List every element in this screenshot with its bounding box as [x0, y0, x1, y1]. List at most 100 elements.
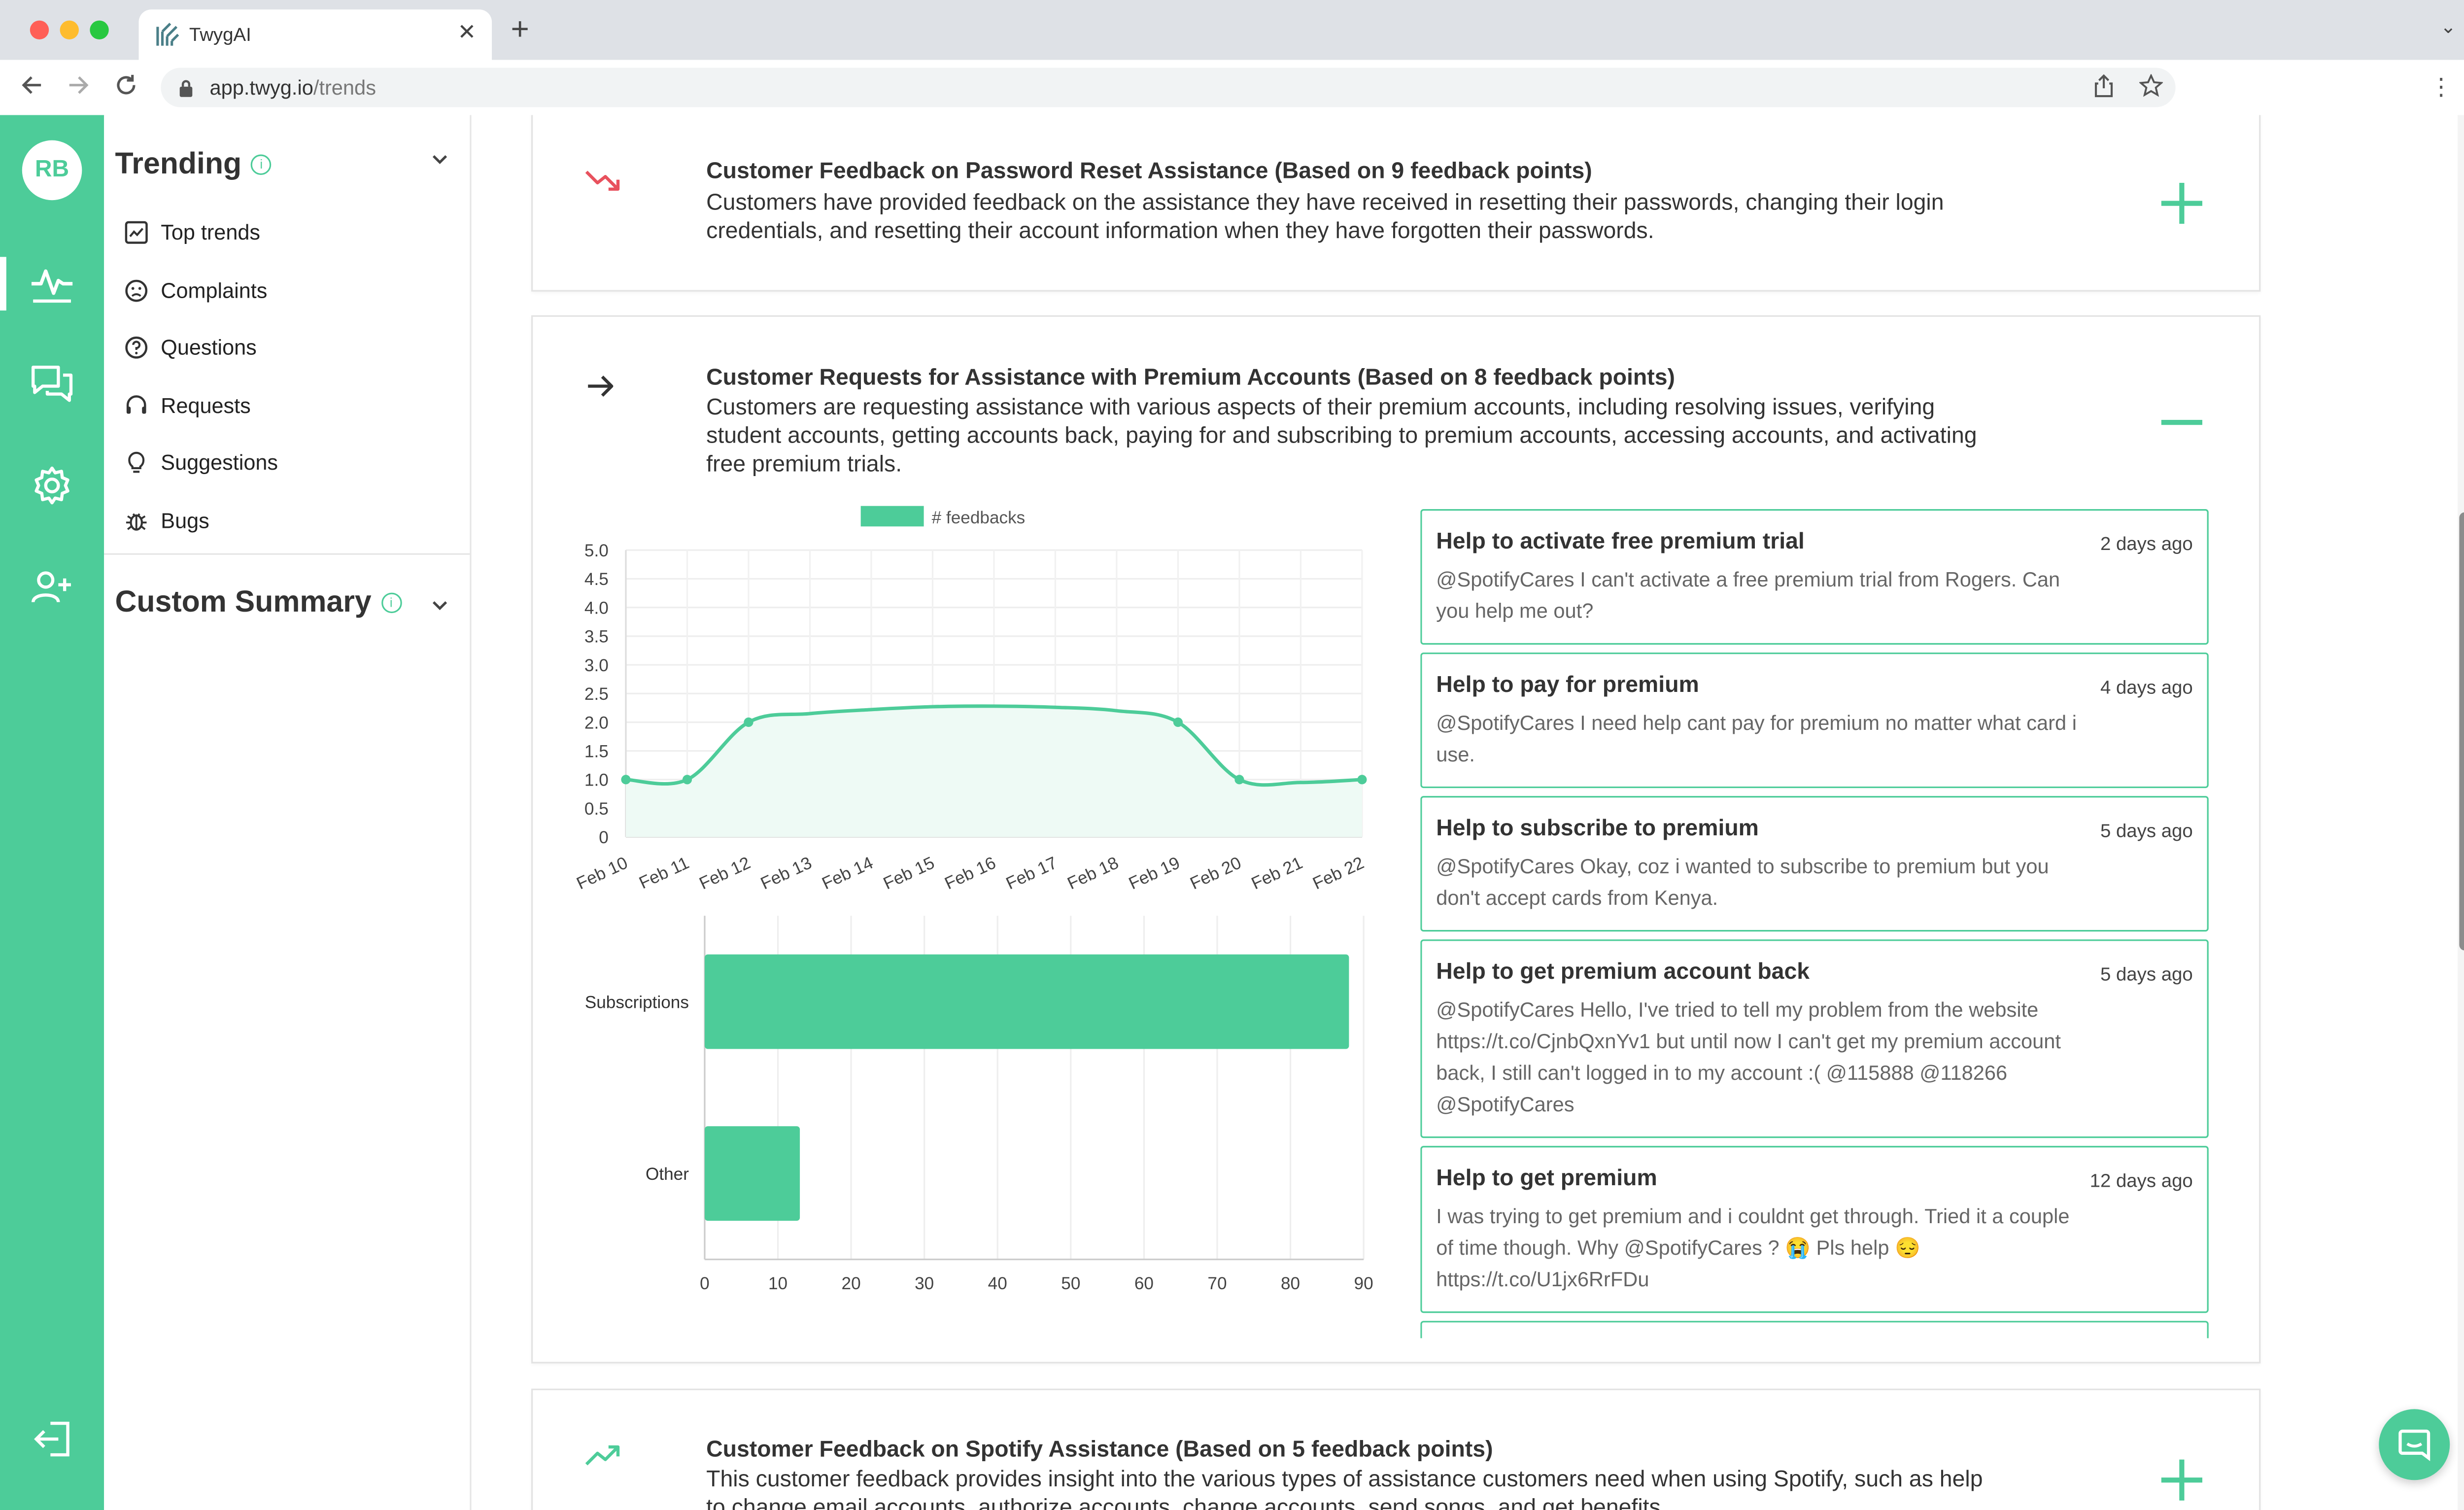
feedback-title: Help to get premium account back [1436, 960, 1810, 985]
sidebar-item-label: Suggestions [161, 450, 278, 474]
question-icon [121, 333, 150, 361]
sidebar-item-bugs[interactable]: Bugs [121, 504, 209, 536]
info-icon[interactable]: i [380, 593, 402, 614]
x-tick-label: Feb 12 [696, 853, 753, 893]
x-tick-label: 30 [915, 1274, 934, 1293]
share-icon[interactable] [2093, 74, 2114, 103]
feedback-time: 2 days ago [2100, 533, 2193, 555]
legend-label: # feedbacks [932, 508, 1026, 527]
info-icon[interactable]: i [251, 155, 272, 176]
expand-plus-icon[interactable] [2158, 180, 2205, 227]
expand-plus-icon[interactable] [2158, 1456, 2205, 1504]
address-bar[interactable]: app.twyg.io/trends [161, 68, 2176, 107]
custom-summary-heading[interactable]: Custom Summary i [115, 586, 402, 621]
app-rail: RB [0, 115, 104, 1510]
x-tick-label: Feb 22 [1310, 853, 1367, 893]
data-point [1357, 775, 1367, 785]
x-tick-label: 0 [700, 1274, 710, 1293]
scrollbar-thumb[interactable] [2459, 512, 2464, 951]
bar [704, 1126, 800, 1221]
chat-icon [2398, 1429, 2430, 1461]
feedback-text: @SpotifyCares Okay, coz i wanted to subs… [1436, 854, 2049, 910]
category-bar-chart: 0 10 20 30 40 50 60 70 80 90 Subscriptions Other [585, 916, 1373, 1293]
feedback-item[interactable]: Help to get premium account back 5 days … [1420, 939, 2209, 1138]
tab-search-chevron-icon[interactable]: ⌄ [2440, 16, 2456, 38]
trend-title: Customer Feedback on Spotify Assistance … [706, 1437, 1493, 1463]
sidebar-item-suggestions[interactable]: Suggestions [121, 446, 278, 478]
sidebar-item-requests[interactable]: Requests [121, 389, 251, 421]
category-label: Subscriptions [585, 993, 689, 1012]
y-tick-label: 4.0 [584, 598, 609, 618]
trend-description: Customers have provided feedback on the … [706, 190, 1944, 244]
trend-card-expanded[interactable]: Customer Requests for Assistance with Pr… [531, 315, 2261, 1364]
trend-card[interactable]: Customer Feedback on Password Reset Assi… [531, 115, 2261, 292]
sidebar-item-label: Questions [161, 335, 257, 359]
panel-divider [104, 553, 470, 555]
zoom-window-button[interactable] [90, 20, 109, 39]
rail-settings-button[interactable] [0, 454, 104, 517]
frown-icon [121, 276, 150, 305]
trend-card[interactable]: Customer Feedback on Spotify Assistance … [531, 1388, 2261, 1510]
feedback-item[interactable] [1420, 1321, 2209, 1338]
x-tick-label: Feb 21 [1248, 853, 1305, 893]
feedback-time: 5 days ago [2100, 820, 2193, 842]
x-tick-label: 20 [842, 1274, 861, 1293]
rail-feedback-button[interactable] [0, 351, 104, 414]
feedback-item[interactable]: Help to pay for premium 4 days ago @Spot… [1420, 652, 2209, 789]
feedback-text: I was trying to get premium and i couldn… [1436, 1204, 2070, 1291]
avatar[interactable]: RB [22, 140, 82, 201]
rail-add-user-button[interactable] [0, 556, 104, 619]
chevron-down-icon[interactable] [432, 594, 448, 617]
series-area [625, 706, 1362, 837]
data-point [744, 717, 753, 727]
x-tick-label: Feb 14 [819, 853, 876, 893]
chart-legend: # feedbacks [860, 506, 1026, 527]
feedback-item[interactable]: Help to get premium 12 days ago I was tr… [1420, 1146, 2209, 1313]
reload-button[interactable] [113, 72, 138, 105]
data-point [1173, 717, 1183, 727]
chat-launcher-button[interactable] [2379, 1409, 2450, 1480]
minimize-window-button[interactable] [60, 20, 79, 39]
headset-icon [121, 391, 150, 419]
sidebar-item-questions[interactable]: Questions [121, 331, 257, 363]
forward-button[interactable] [66, 72, 91, 105]
x-tick-label: Feb 18 [1064, 853, 1122, 893]
y-tick-label: 0 [599, 828, 609, 847]
feedback-time: 12 days ago [2089, 1169, 2193, 1192]
back-button[interactable] [19, 72, 44, 105]
category-label: Other [646, 1165, 689, 1184]
trend-flat-icon [588, 376, 614, 397]
browser-toolbar: app.twyg.io/trends ⋮ [0, 60, 2464, 117]
y-tick-label: 1.5 [584, 742, 609, 761]
page-scrollbar[interactable] [2458, 115, 2464, 1510]
new-tab-button[interactable]: + [511, 14, 529, 46]
trend-down-icon [585, 171, 620, 191]
feedback-item[interactable]: Help to activate free premium trial 2 da… [1420, 509, 2209, 645]
feedback-text: @SpotifyCares Hello, I've tried to tell … [1436, 997, 2061, 1116]
rail-trends-button[interactable] [0, 252, 104, 315]
close-tab-icon[interactable]: ✕ [458, 19, 477, 45]
feedback-item[interactable]: Help to subscribe to premium 5 days ago … [1420, 796, 2209, 932]
bar [704, 954, 1349, 1049]
rail-logout-button[interactable] [0, 1407, 104, 1471]
trending-panel: Trending i Top trends Complaints Question… [104, 115, 472, 1510]
close-window-button[interactable] [30, 20, 49, 39]
y-tick-label: 2.0 [584, 713, 609, 732]
url-text: app.twyg.io/trends [209, 75, 376, 100]
sidebar-item-label: Complaints [161, 278, 268, 302]
chevron-down-icon[interactable] [432, 148, 448, 171]
browser-menu-icon[interactable]: ⋮ [2430, 72, 2453, 101]
feedback-title: Help to subscribe to premium [1436, 816, 1759, 842]
sidebar-item-complaints[interactable]: Complaints [121, 275, 267, 306]
sidebar-item-top-trends[interactable]: Top trends [121, 216, 260, 247]
browser-tab-bar: TwygAI ✕ + ⌄ [0, 0, 2464, 60]
x-tick-label: Feb 17 [1003, 853, 1060, 893]
arrow-right-icon [69, 76, 89, 94]
browser-tab[interactable]: TwygAI ✕ [138, 9, 492, 60]
lock-icon [179, 80, 193, 97]
feedback-time: 5 days ago [2100, 963, 2193, 985]
trending-heading[interactable]: Trending i [115, 148, 272, 183]
x-tick-label: Feb 20 [1187, 853, 1244, 893]
bookmark-star-icon[interactable] [2138, 73, 2164, 103]
collapse-minus-icon[interactable] [2158, 418, 2205, 427]
